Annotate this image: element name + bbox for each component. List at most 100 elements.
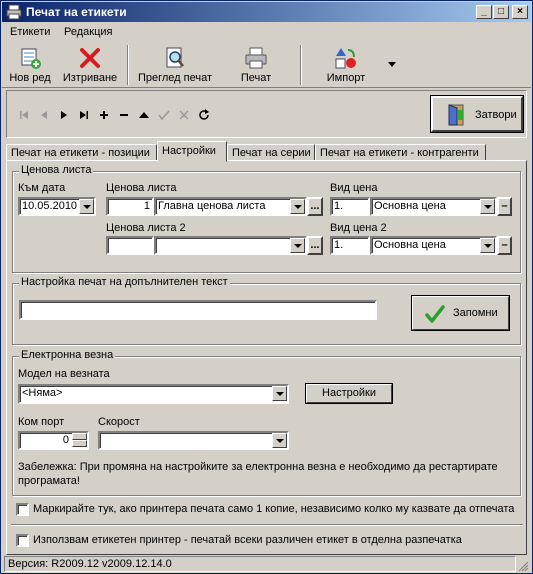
insert-record-icon[interactable] xyxy=(97,108,111,122)
price-list-label: Ценова листа xyxy=(106,182,177,194)
scale-settings-button[interactable]: Настройки xyxy=(305,383,393,404)
menu-item-edit[interactable]: Редакция xyxy=(64,26,112,38)
delete-x-icon xyxy=(80,48,100,68)
new-row-icon xyxy=(21,48,41,69)
speed-label: Скорост xyxy=(98,416,140,428)
next-record-icon[interactable] xyxy=(57,108,71,122)
speed-select[interactable] xyxy=(98,431,289,450)
tab-label-contractors[interactable]: Печат на етикети - контрагенти xyxy=(315,144,486,161)
print-preview-label: Преглед печат xyxy=(137,72,213,84)
single-copy-label[interactable]: Маркирайте тук, ако принтера печата само… xyxy=(33,503,514,515)
single-copy-checkbox[interactable] xyxy=(16,503,29,516)
price-list2-lookup-button[interactable]: ... xyxy=(307,236,323,255)
date-label: Към дата xyxy=(18,182,66,194)
minimize-button[interactable]: _ xyxy=(476,5,492,19)
new-row-button[interactable]: Нов ред xyxy=(6,44,54,86)
spin-up-icon[interactable] xyxy=(72,433,87,440)
print-button[interactable]: Печат xyxy=(230,44,282,86)
scale-model-value: <Няма> xyxy=(22,387,63,399)
delete-label: Изтриване xyxy=(62,72,118,84)
save-button[interactable]: Запомни xyxy=(411,295,510,331)
post-record-icon[interactable] xyxy=(157,108,171,122)
price-type-select[interactable]: Основна цена xyxy=(370,197,497,216)
price-type-dropdown-arrow-icon[interactable] xyxy=(480,199,495,214)
electronic-scale-group: Електронна везна Модел на везната <Няма>… xyxy=(12,349,521,496)
refresh-icon[interactable] xyxy=(197,108,211,122)
com-port-value: 0 xyxy=(62,434,69,446)
com-port-spinner[interactable]: 0 xyxy=(18,431,89,450)
import-button[interactable]: Импорт xyxy=(320,44,372,86)
cancel-record-icon[interactable] xyxy=(177,108,191,122)
scale-restart-note: Забележка: При промяна на настройките за… xyxy=(18,461,498,487)
price-list-dropdown-arrow-icon[interactable] xyxy=(290,199,305,214)
date-value: 10.05.2010 xyxy=(22,200,78,212)
exit-door-icon xyxy=(448,104,464,126)
price-type2-name: Основна цена xyxy=(374,239,446,251)
print-label: Печат xyxy=(240,72,272,84)
delete-button[interactable]: Изтриване xyxy=(58,44,122,86)
price-list2-dropdown-arrow-icon[interactable] xyxy=(290,238,305,253)
settings-tab-page: Ценова листа Към дата 10.05.2010 Ценова … xyxy=(6,160,527,555)
import-label: Импорт xyxy=(326,72,366,84)
speed-dropdown-arrow-icon[interactable] xyxy=(272,433,287,448)
checkmark-icon xyxy=(425,305,445,323)
print-preview-icon xyxy=(166,47,184,68)
prior-record-icon[interactable] xyxy=(37,108,51,122)
scale-model-dropdown-arrow-icon[interactable] xyxy=(272,386,287,401)
new-row-label: Нов ред xyxy=(9,72,51,84)
price-list2-label: Ценова листа 2 xyxy=(106,222,186,234)
save-button-label: Запомни xyxy=(453,307,498,319)
close-button-label: Затвори xyxy=(475,109,517,121)
price-type-clear-button[interactable]: – xyxy=(497,197,512,216)
tab-label-positions[interactable]: Печат на етикети - позиции xyxy=(6,144,157,161)
label-printer-label[interactable]: Използвам етикетен принтер - печатай все… xyxy=(33,534,462,546)
maximize-button[interactable]: □ xyxy=(493,5,509,19)
version-status: Версия: R2009.12 v2009.12.14.0 xyxy=(4,556,516,572)
price-type2-code-field[interactable]: 1. xyxy=(330,236,370,255)
last-record-icon[interactable] xyxy=(77,108,91,122)
spin-down-icon[interactable] xyxy=(72,440,87,447)
price-list-code-field[interactable]: 1 xyxy=(106,197,154,216)
price-type-name: Основна цена xyxy=(374,200,446,212)
first-record-icon[interactable] xyxy=(17,108,31,122)
scale-model-select[interactable]: <Няма> xyxy=(18,384,289,404)
printer-icon xyxy=(245,47,267,69)
close-button[interactable]: Затвори xyxy=(430,95,524,133)
toolbar: Нов ред Изтриване Преглед печат Печат Им… xyxy=(2,42,531,88)
toolbar-separator xyxy=(300,45,302,85)
delete-record-icon[interactable] xyxy=(117,108,131,122)
price-type2-clear-button[interactable]: – xyxy=(497,236,512,255)
price-list2-code-field[interactable] xyxy=(106,236,154,255)
price-list-name: Главна ценова листа xyxy=(158,200,266,212)
extra-text-group-title: Настройка печат на допълнителен текст xyxy=(19,276,230,288)
record-navigator: Затвори xyxy=(6,90,527,138)
price-list-select[interactable]: Главна ценова листа xyxy=(154,197,307,216)
extra-text-input[interactable] xyxy=(19,300,377,320)
date-picker[interactable]: 10.05.2010 xyxy=(18,197,96,216)
tab-series-print[interactable]: Печат на серии xyxy=(227,144,315,161)
divider xyxy=(11,524,523,526)
price-list-group-title: Ценова листа xyxy=(19,164,94,176)
com-port-label: Ком порт xyxy=(18,416,65,428)
price-type-code-field[interactable]: 1. xyxy=(330,197,370,216)
import-dropdown-chevron-icon[interactable] xyxy=(388,62,396,68)
print-preview-button[interactable]: Преглед печат xyxy=(132,44,218,86)
main-window: Печат на етикети _ □ × Етикети Редакция … xyxy=(0,0,533,574)
price-type2-dropdown-arrow-icon[interactable] xyxy=(480,238,495,253)
label-printer-checkbox[interactable] xyxy=(16,534,29,547)
price-list2-select[interactable] xyxy=(154,236,307,255)
edit-record-icon[interactable] xyxy=(137,108,151,122)
menu-bar: Етикети Редакция xyxy=(2,23,531,41)
menu-item-labels[interactable]: Етикети xyxy=(10,26,50,38)
printer-app-icon xyxy=(6,4,22,20)
close-window-button[interactable]: × xyxy=(512,5,528,19)
price-list-group: Ценова листа Към дата 10.05.2010 Ценова … xyxy=(12,164,521,273)
resize-grip-icon[interactable] xyxy=(517,560,529,572)
price-type2-select[interactable]: Основна цена xyxy=(370,236,497,255)
tab-settings[interactable]: Настройки xyxy=(157,141,227,162)
price-type-label: Вид цена xyxy=(330,182,378,194)
price-list-lookup-button[interactable]: ... xyxy=(307,197,323,216)
date-dropdown-arrow-icon[interactable] xyxy=(79,199,94,214)
tab-strip: Печат на етикети - позиции Настройки Печ… xyxy=(6,141,527,162)
electronic-scale-group-title: Електронна везна xyxy=(19,349,116,361)
